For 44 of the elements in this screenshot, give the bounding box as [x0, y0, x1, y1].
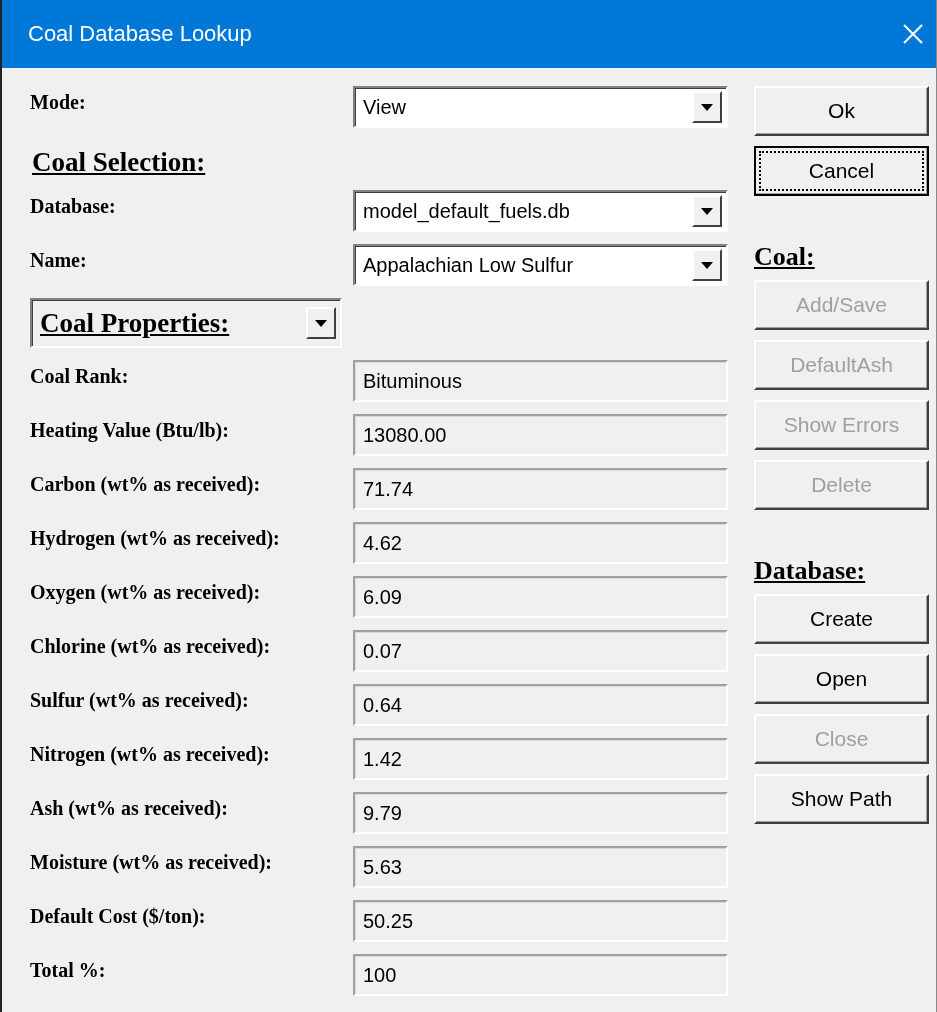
readonly-field[interactable]: 13080.00: [353, 414, 728, 456]
field-label: Moisture (wt% as received):: [30, 850, 273, 874]
dropdown[interactable]: View: [353, 86, 728, 128]
dropdown[interactable]: Appalachian Low Sulfur: [353, 244, 728, 286]
section-heading: Coal Selection:: [32, 147, 206, 178]
section-heading: Database:: [754, 556, 866, 586]
window-title: Coal Database Lookup: [28, 21, 252, 47]
field-label: Coal Rank:: [30, 364, 130, 388]
readonly-field[interactable]: 9.79: [353, 792, 728, 834]
field-label: Oxygen (wt% as received):: [30, 580, 262, 604]
readonly-field[interactable]: 50.25: [353, 900, 728, 942]
dropdown[interactable]: model_default_fuels.db: [353, 190, 728, 232]
section-heading: Coal:: [754, 242, 815, 272]
dialog-button[interactable]: Open: [754, 654, 929, 704]
readonly-field[interactable]: 1.42: [353, 738, 728, 780]
dialog-button[interactable]: Ok: [754, 86, 929, 136]
field-label: Mode:: [30, 90, 87, 114]
field-label: Ash (wt% as received):: [30, 796, 229, 820]
field-label: Database:: [30, 194, 117, 218]
field-label: Nitrogen (wt% as received):: [30, 742, 271, 766]
readonly-field[interactable]: Bituminous: [353, 360, 728, 402]
dialog-button[interactable]: Create: [754, 594, 929, 644]
readonly-field[interactable]: 100: [353, 954, 728, 996]
field-label: Chlorine (wt% as received):: [30, 634, 272, 658]
field-label: Name:: [30, 248, 88, 272]
readonly-field[interactable]: 6.09: [353, 576, 728, 618]
dropdown-arrow-icon: [701, 261, 713, 269]
field-label: Hydrogen (wt% as received):: [30, 526, 281, 550]
dialog-button[interactable]: Show Path: [754, 774, 929, 824]
readonly-field[interactable]: 4.62: [353, 522, 728, 564]
readonly-field[interactable]: 0.07: [353, 630, 728, 672]
readonly-field[interactable]: 71.74: [353, 468, 728, 510]
field-label: Total %:: [30, 958, 107, 982]
dropdown-arrow-icon: [701, 103, 713, 111]
field-label: Default Cost ($/ton):: [30, 904, 207, 928]
readonly-field[interactable]: 0.64: [353, 684, 728, 726]
field-label: Sulfur (wt% as received):: [30, 688, 250, 712]
dialog-button[interactable]: Cancel: [754, 146, 929, 196]
field-label: Carbon (wt% as received):: [30, 472, 262, 496]
dropdown-arrow-icon: [315, 319, 327, 327]
readonly-field[interactable]: 5.63: [353, 846, 728, 888]
section-dropdown[interactable]: Coal Properties:: [30, 298, 342, 348]
dropdown-arrow-icon: [701, 207, 713, 215]
field-label: Heating Value (Btu/lb):: [30, 418, 230, 442]
